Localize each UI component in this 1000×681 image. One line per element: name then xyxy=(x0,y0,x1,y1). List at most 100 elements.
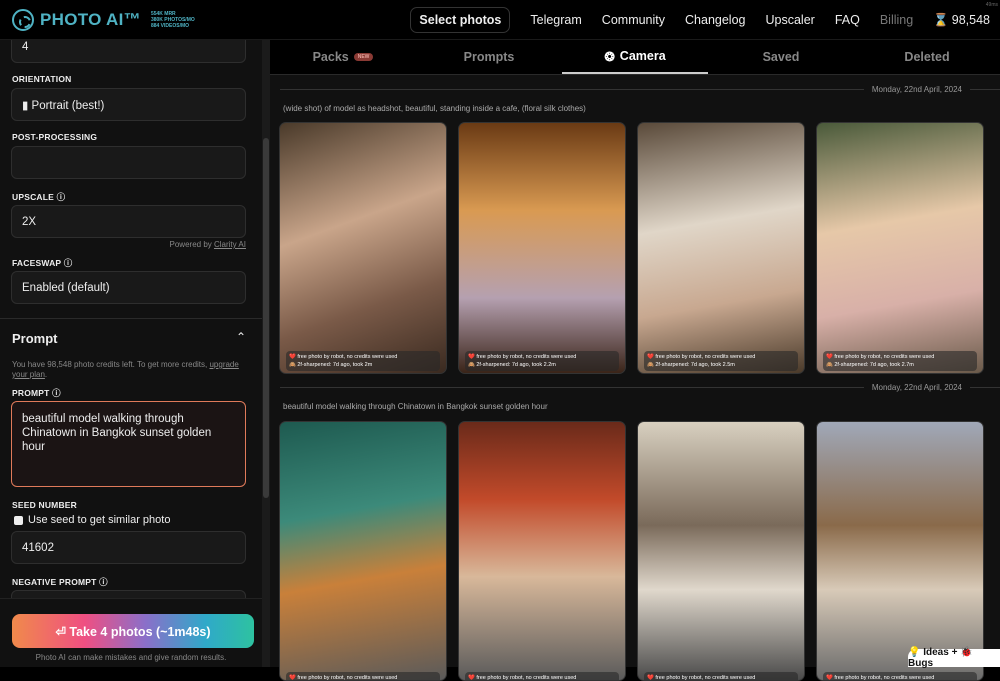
tab-camera[interactable]: ❂ Camera xyxy=(562,40,708,74)
nav-upscaler[interactable]: Upscaler xyxy=(765,13,814,27)
credits-info-text: You have 98,548 photo credits left. To g… xyxy=(12,360,210,369)
caption-line2: 🙈 2f-sharpened: 7d ago, took 2.7m xyxy=(826,362,914,368)
logo-icon xyxy=(12,9,34,31)
tab-label: Camera xyxy=(619,49,666,63)
clarity-link[interactable]: Clarity AI xyxy=(214,240,246,249)
seed-input[interactable]: 41602 xyxy=(11,531,246,564)
credits-counter[interactable]: ⌛ 98,548 xyxy=(933,13,990,28)
faceswap-select[interactable]: Enabled (default) xyxy=(11,271,246,304)
seed-label: SEED NUMBER xyxy=(12,500,78,510)
powered-text: Powered by xyxy=(169,240,214,249)
prompt-textarea[interactable]: beautiful model walking through Chinatow… xyxy=(11,401,246,487)
top-header: PHOTO AI™ 554K MRR 380K PHOTOS/MO 884 VI… xyxy=(0,0,1000,40)
photo-caption: ❤️ free photo by robot, no credits were … xyxy=(823,672,977,681)
upscale-label-text: UPSCALE xyxy=(12,192,55,202)
date-text: Monday, 22nd April, 2024 xyxy=(871,85,962,94)
chevron-up-icon[interactable]: ⌃ xyxy=(236,330,246,344)
help-icon[interactable]: ⓘ xyxy=(57,192,66,202)
prompt-label-text: PROMPT xyxy=(12,388,50,398)
photo-caption: ❤️ free photo by robot, no credits were … xyxy=(823,351,977,371)
help-icon[interactable]: ⓘ xyxy=(64,258,73,268)
caption-line2: 🙈 2f-sharpened: 7d ago, took 2.5m xyxy=(647,362,735,368)
prompt-label: PROMPT ⓘ xyxy=(12,387,61,399)
caption-line1: ❤️ free photo by robot, no credits were … xyxy=(289,354,398,360)
camera-aperture-icon: ❂ xyxy=(604,49,615,64)
photo-caption: ❤️ free photo by robot, no credits were … xyxy=(286,672,440,681)
ideas-bugs-button[interactable]: 💡 Ideas + 🐞 Bugs xyxy=(908,647,1000,669)
caption-line1: ❤️ free photo by robot, no credits were … xyxy=(468,675,577,681)
upscale-select[interactable]: 2X xyxy=(11,205,246,238)
disclaimer: Photo AI can make mistakes and give rand… xyxy=(35,653,227,662)
nav-changelog[interactable]: Changelog xyxy=(685,13,745,27)
upscale-label: UPSCALE ⓘ xyxy=(12,191,65,203)
nav-billing[interactable]: Billing xyxy=(880,13,913,27)
generated-photo[interactable]: ❤️ free photo by robot, no credits were … xyxy=(816,421,984,681)
tab-saved[interactable]: Saved xyxy=(708,40,854,74)
help-icon[interactable]: ⓘ xyxy=(52,388,61,398)
caption-line2: 🙈 2f-sharpened: 7d ago, took 2m xyxy=(289,362,373,368)
photo-feed: Packs NEW Prompts ❂ Camera Saved Deleted M… xyxy=(270,40,1000,681)
scrollbar-thumb[interactable] xyxy=(263,138,269,498)
caption-line1: ❤️ free photo by robot, no credits were … xyxy=(647,675,756,681)
bottom-action-panel: ⏎ Take 4 photos (~1m48s) Photo AI can ma… xyxy=(0,598,262,667)
logo[interactable]: PHOTO AI™ 554K MRR 380K PHOTOS/MO 884 VI… xyxy=(12,9,195,31)
generated-photo[interactable]: ❤️ free photo by robot, no credits were … xyxy=(279,421,447,681)
orientation-label: ORIENTATION xyxy=(12,74,72,84)
generated-photo[interactable]: ❤️ free photo by robot, no credits were … xyxy=(816,122,984,374)
credits-info: You have 98,548 photo credits left. To g… xyxy=(12,360,239,379)
caption-line1: ❤️ free photo by robot, no credits were … xyxy=(289,675,398,681)
coins-icon: ⌛ xyxy=(933,12,949,27)
tab-prompts[interactable]: Prompts xyxy=(416,40,562,74)
faceswap-label-text: FACESWAP xyxy=(12,258,62,268)
logo-text: PHOTO AI™ xyxy=(40,10,141,29)
caption-line1: ❤️ free photo by robot, no credits were … xyxy=(826,675,935,681)
nav-telegram[interactable]: Telegram xyxy=(530,13,581,27)
new-badge: NEW xyxy=(353,53,374,61)
date-separator: Monday, 22nd April, 2024 xyxy=(280,383,1000,392)
take-photos-button[interactable]: ⏎ Take 4 photos (~1m48s) xyxy=(12,614,254,648)
date-separator: Monday, 22nd April, 2024 xyxy=(280,85,1000,94)
tab-bar: Packs NEW Prompts ❂ Camera Saved Deleted xyxy=(270,40,1000,75)
photo-caption: ❤️ free photo by robot, no credits were … xyxy=(644,351,798,371)
stat-videos: 884 VIDEOS/MO xyxy=(150,23,190,29)
negative-prompt-label-text: NEGATIVE PROMPT xyxy=(12,577,97,587)
generated-photo[interactable]: ❤️ free photo by robot, no credits were … xyxy=(458,122,626,374)
select-photos-button[interactable]: Select photos xyxy=(410,7,511,33)
caption-line1: ❤️ free photo by robot, no credits were … xyxy=(468,354,577,360)
photo-caption: ❤️ free photo by robot, no credits were … xyxy=(465,351,619,371)
powered-by: Powered by Clarity AI xyxy=(170,240,246,249)
generated-photo[interactable]: ❤️ free photo by robot, no credits were … xyxy=(458,421,626,681)
photo-caption: ❤️ free photo by robot, no credits were … xyxy=(644,672,798,681)
tab-packs[interactable]: Packs NEW xyxy=(270,40,416,74)
settings-sidebar: 4 ORIENTATION ▮ Portrait (best!) POST-PR… xyxy=(0,40,262,667)
generated-photo[interactable]: ❤️ free photo by robot, no credits were … xyxy=(637,421,805,681)
seed-checkbox[interactable] xyxy=(14,515,23,525)
caption-line1: ❤️ free photo by robot, no credits were … xyxy=(826,354,935,360)
render-time: 49ms xyxy=(985,2,998,8)
photo-caption: ❤️ free photo by robot, no credits were … xyxy=(465,672,619,681)
date-text: Monday, 22nd April, 2024 xyxy=(871,383,962,392)
orientation-select[interactable]: ▮ Portrait (best!) xyxy=(11,88,246,121)
logo-stats: 554K MRR 380K PHOTOS/MO 884 VIDEOS/MO xyxy=(151,11,195,29)
top-nav: Select photos Telegram Community Changel… xyxy=(410,7,990,33)
photo-caption: ❤️ free photo by robot, no credits were … xyxy=(286,351,440,371)
caption-line1: ❤️ free photo by robot, no credits were … xyxy=(647,354,756,360)
negative-prompt-label: NEGATIVE PROMPT ⓘ xyxy=(12,576,108,588)
post-processing-select[interactable] xyxy=(11,146,246,179)
post-processing-label: POST-PROCESSING xyxy=(12,132,98,142)
faceswap-label: FACESWAP ⓘ xyxy=(12,257,72,269)
generated-photo[interactable]: ❤️ free photo by robot, no credits were … xyxy=(637,122,805,374)
help-icon[interactable]: ⓘ xyxy=(99,577,108,587)
nav-faq[interactable]: FAQ xyxy=(835,13,860,27)
photo-count-field[interactable]: 4 xyxy=(11,40,246,63)
generated-photo[interactable]: ❤️ free photo by robot, no credits were … xyxy=(279,122,447,374)
sidebar-scrollbar[interactable] xyxy=(262,40,270,667)
tab-label: Packs xyxy=(312,50,349,64)
prompt-section-title: Prompt xyxy=(12,331,58,346)
credits-value: 98,548 xyxy=(951,13,990,27)
divider xyxy=(0,318,262,319)
seed-checkbox-row[interactable]: Use seed to get similar photo xyxy=(14,514,170,526)
tab-deleted[interactable]: Deleted xyxy=(854,40,1000,74)
seed-checkbox-label: Use seed to get similar photo xyxy=(28,514,171,526)
nav-community[interactable]: Community xyxy=(602,13,665,27)
